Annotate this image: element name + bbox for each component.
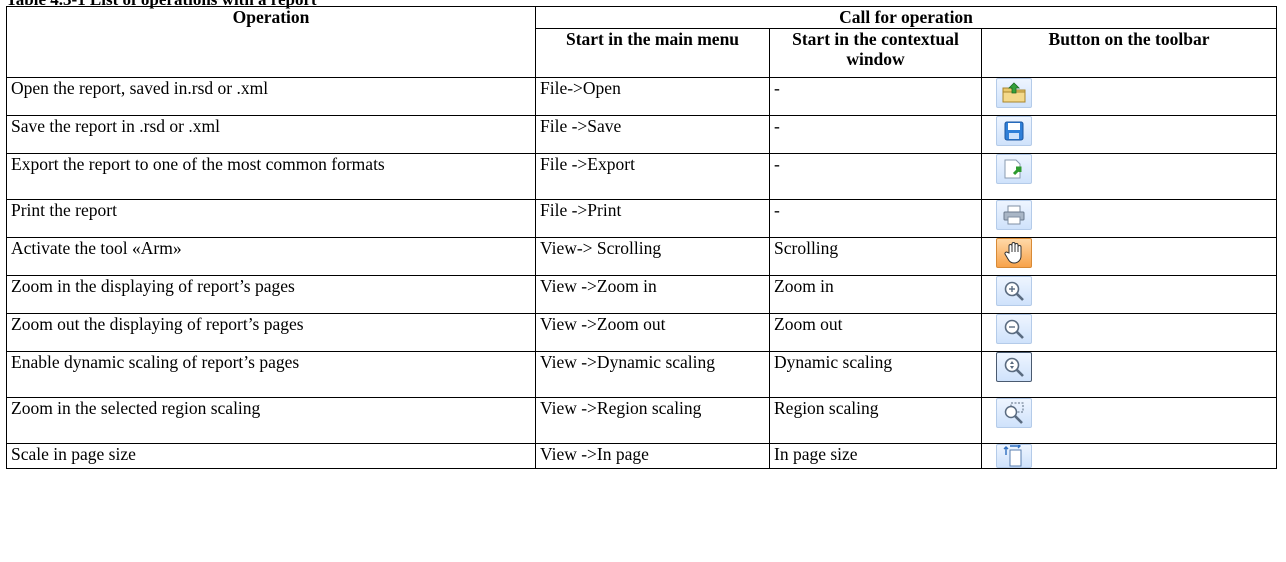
context-cell: - [769,77,982,116]
save-disk-icon [996,116,1032,146]
operation-cell: Save the report in .rsd or .xml [6,115,536,154]
toolbar-button-cell [980,275,1278,314]
table-row: Open the report, saved in.rsd or .xml Fi… [6,77,1278,116]
table-row: Enable dynamic scaling of report’s pages… [6,351,1278,398]
context-cell: - [769,115,982,154]
context-cell: Zoom in [769,275,982,314]
table-row: Zoom in the displaying of report’s pages… [6,275,1278,314]
header-row-top: Operation Call for operation [6,6,1278,78]
toolbar-button-cell [980,351,1278,398]
toolbar-button-cell [980,199,1278,238]
menu-cell: File ->Print [535,199,770,238]
operation-cell: Enable dynamic scaling of report’s pages [6,351,536,398]
operation-cell: Export the report to one of the most com… [6,153,536,200]
context-cell: Dynamic scaling [769,351,982,398]
table-row: Print the report File ->Print - [6,199,1278,238]
header-contextual-window: Start in the contextual window [769,28,982,78]
menu-cell: File ->Save [535,115,770,154]
header-toolbar-button: Button on the toolbar [980,28,1278,78]
table-row: Zoom out the displaying of report’s page… [6,313,1278,352]
toolbar-button-cell [980,313,1278,352]
table-row: Export the report to one of the most com… [6,153,1278,200]
menu-cell: View ->In page [535,443,770,469]
menu-cell: View-> Scrolling [535,237,770,276]
hand-icon [996,238,1032,268]
zoom-out-icon [996,314,1032,344]
toolbar-button-cell [980,237,1278,276]
toolbar-button-cell [980,443,1278,469]
context-cell: Scrolling [769,237,982,276]
operation-cell: Zoom out the displaying of report’s page… [6,313,536,352]
menu-cell: View ->Dynamic scaling [535,351,770,398]
dynamic-zoom-icon [996,352,1032,382]
toolbar-button-cell [980,397,1278,444]
menu-cell: File ->Export [535,153,770,200]
context-cell: - [769,153,982,200]
toolbar-button-cell [980,115,1278,154]
table-row: Save the report in .rsd or .xml File ->S… [6,115,1278,154]
toolbar-button-cell [980,153,1278,200]
table-row: Activate the tool «Arm» View-> Scrolling… [6,237,1278,276]
operation-cell: Zoom in the displaying of report’s pages [6,275,536,314]
printer-icon [996,200,1032,230]
operations-table: Operation Call for operation Start in th… [6,6,1278,469]
export-icon [996,154,1032,184]
table-row: Zoom in the selected region scaling View… [6,397,1278,444]
menu-cell: File->Open [535,77,770,116]
header-main-menu: Start in the main menu [535,28,770,78]
context-cell: Zoom out [769,313,982,352]
menu-cell: View ->Zoom in [535,275,770,314]
zoom-in-icon [996,276,1032,306]
operation-cell: Open the report, saved in.rsd or .xml [6,77,536,116]
header-operation: Operation [6,6,536,78]
menu-cell: View ->Region scaling [535,397,770,444]
region-zoom-icon [996,398,1032,428]
context-cell: Region scaling [769,397,982,444]
table-row: Scale in page size View ->In page In pag… [6,443,1278,469]
operation-cell: Zoom in the selected region scaling [6,397,536,444]
fit-page-icon [996,444,1032,468]
context-cell: In page size [769,443,982,469]
open-folder-icon [996,78,1032,108]
menu-cell: View ->Zoom out [535,313,770,352]
context-cell: - [769,199,982,238]
operation-cell: Print the report [6,199,536,238]
toolbar-button-cell [980,77,1278,116]
operation-cell: Activate the tool «Arm» [6,237,536,276]
operation-cell: Scale in page size [6,443,536,469]
header-call-for-operation: Call for operation [534,6,1278,29]
